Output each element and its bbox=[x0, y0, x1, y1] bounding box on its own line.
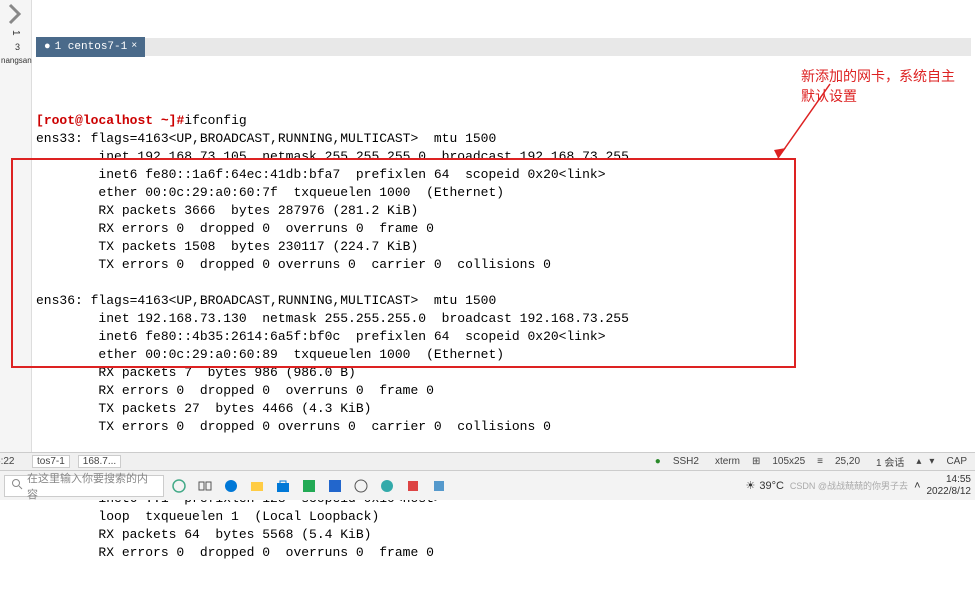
ens33-line: RX packets 3666 bytes 287976 (281.2 KiB) bbox=[36, 203, 418, 218]
cmd-ifconfig: ifconfig bbox=[184, 113, 246, 128]
cortana-icon[interactable] bbox=[168, 475, 190, 497]
status-host-tab[interactable]: tos7-1 bbox=[32, 455, 70, 468]
tab-bar: ● 1 centos7-1 × bbox=[36, 38, 971, 56]
clock[interactable]: 14:55 2022/8/12 bbox=[927, 474, 972, 498]
ens33-line: ens33: flags=4163<UP,BROADCAST,RUNNING,M… bbox=[36, 131, 496, 146]
sidebar-item-2[interactable]: 3 bbox=[0, 42, 31, 52]
tab-centos7[interactable]: ● 1 centos7-1 × bbox=[36, 37, 145, 57]
left-sidebar: 1 3 nangsan bbox=[0, 0, 32, 480]
weather-temp: 39°C bbox=[759, 480, 784, 492]
ens36-line: inet 192.168.73.130 netmask 255.255.255.… bbox=[36, 311, 629, 326]
lo-line: loop txqueuelen 1 (Local Loopback) bbox=[36, 509, 379, 524]
app2-icon[interactable] bbox=[324, 475, 346, 497]
annotation-line1: 新添加的网卡，系统自主 bbox=[801, 66, 955, 86]
status-ssh: SSH2 bbox=[669, 456, 703, 467]
clock-date: 2022/8/12 bbox=[927, 486, 972, 498]
lo-line: RX errors 0 dropped 0 overruns 0 frame 0 bbox=[36, 545, 434, 560]
ens33-line: TX errors 0 dropped 0 overruns 0 carrier… bbox=[36, 257, 551, 272]
ens36-line: RX packets 7 bytes 986 (986.0 B) bbox=[36, 365, 356, 380]
search-icon bbox=[11, 478, 23, 493]
taskview-icon[interactable] bbox=[194, 475, 216, 497]
ens36-line: ens36: flags=4163<UP,BROADCAST,RUNNING,M… bbox=[36, 293, 496, 308]
status-term: xterm bbox=[711, 456, 744, 467]
annotation-line2: 默认设置 bbox=[801, 86, 955, 106]
ens36-line: TX packets 27 bytes 4466 (4.3 KiB) bbox=[36, 401, 371, 416]
tab-title: 1 centos7-1 bbox=[55, 38, 128, 56]
ens36-line: TX errors 0 dropped 0 overruns 0 carrier… bbox=[36, 419, 551, 434]
ens36-line: RX errors 0 dropped 0 overruns 0 frame 0 bbox=[36, 383, 434, 398]
lo-line: RX packets 64 bytes 5568 (5.4 KiB) bbox=[36, 527, 371, 542]
tab-bullet-icon: ● bbox=[44, 38, 51, 56]
chevron-down-icon[interactable]: ▾ bbox=[929, 456, 934, 467]
status-ip: 73.105:22 bbox=[0, 456, 15, 467]
explorer-icon[interactable] bbox=[246, 475, 268, 497]
app5-icon[interactable] bbox=[428, 475, 450, 497]
sidebar-item-2b: nangsan bbox=[0, 56, 31, 65]
prompt-user: root bbox=[44, 113, 75, 128]
status-bar: tos7-1 168.7... 73.105:22 ● SSH2 xterm ⊞… bbox=[0, 452, 975, 470]
close-icon[interactable]: × bbox=[131, 38, 137, 56]
status-session: 1 会话 bbox=[872, 454, 908, 469]
ssh-indicator-icon: ● bbox=[655, 456, 661, 467]
taskbar: 在这里输入你要搜索的内容 ☀ 39°C CSDN @战战兢兢的你男子去 ˄ 14… bbox=[0, 470, 975, 500]
term-size-icon: ⊞ bbox=[752, 456, 760, 467]
ens33-line: ether 00:0c:29:a0:60:7f txqueuelen 1000 … bbox=[36, 185, 504, 200]
status-cap: CAP bbox=[942, 456, 971, 467]
search-input[interactable]: 在这里输入你要搜索的内容 bbox=[4, 475, 164, 497]
chevron-up-tray-icon[interactable]: ˄ bbox=[914, 480, 920, 492]
chevron-up-icon[interactable]: ▴ bbox=[916, 456, 921, 467]
sidebar-arrow-icon[interactable] bbox=[4, 2, 28, 26]
prompt-host: localhost bbox=[83, 113, 153, 128]
app3-icon[interactable] bbox=[376, 475, 398, 497]
store-icon[interactable] bbox=[272, 475, 294, 497]
ens36-line: inet6 fe80::4b35:2614:6a5f:bf0c prefixle… bbox=[36, 329, 606, 344]
sidebar-item-1[interactable]: 1 bbox=[0, 30, 21, 36]
clock-time: 14:55 bbox=[927, 474, 972, 486]
edge-icon[interactable] bbox=[220, 475, 242, 497]
dell-icon[interactable] bbox=[350, 475, 372, 497]
status-size: 105x25 bbox=[768, 456, 809, 467]
cursor-pos-icon: ≡ bbox=[817, 456, 823, 467]
sun-icon: ☀ bbox=[745, 479, 755, 492]
status-pos: 25,20 bbox=[831, 456, 864, 467]
search-placeholder: 在这里输入你要搜索的内容 bbox=[27, 470, 157, 502]
terminal-content[interactable]: [root@localhost ~]#ifconfig ens33: flags… bbox=[36, 92, 971, 580]
app1-icon[interactable] bbox=[298, 475, 320, 497]
watermark: CSDN @战战兢兢的你男子去 bbox=[790, 479, 908, 492]
weather-widget[interactable]: ☀ 39°C bbox=[745, 479, 783, 492]
status-ip-tab[interactable]: 168.7... bbox=[78, 455, 121, 468]
app4-icon[interactable] bbox=[402, 475, 424, 497]
ens33-line: TX packets 1508 bytes 230117 (224.7 KiB) bbox=[36, 239, 418, 254]
ens36-line: ether 00:0c:29:a0:60:89 txqueuelen 1000 … bbox=[36, 347, 504, 362]
ens33-line: inet6 fe80::1a6f:64ec:41db:bfa7 prefixle… bbox=[36, 167, 606, 182]
annotation-text: 新添加的网卡，系统自主 默认设置 bbox=[801, 66, 955, 106]
ens33-line: RX errors 0 dropped 0 overruns 0 frame 0 bbox=[36, 221, 434, 236]
ens33-line: inet 192.168.73.105 netmask 255.255.255.… bbox=[36, 149, 629, 164]
system-tray: ☀ 39°C CSDN @战战兢兢的你男子去 ˄ 14:55 2022/8/12 bbox=[745, 474, 971, 498]
